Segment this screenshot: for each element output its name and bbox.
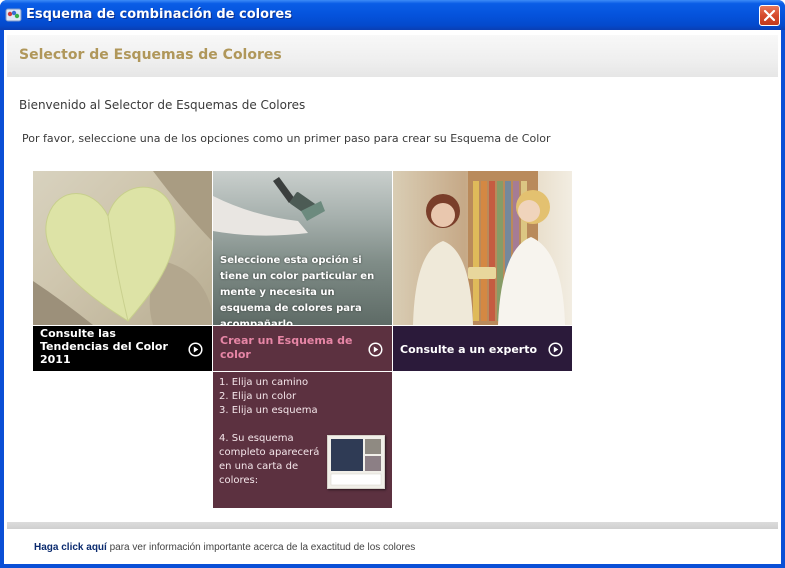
welcome-heading: Bienvenido al Selector de Esquemas de Co… xyxy=(19,98,306,112)
title-bar[interactable]: Esquema de combinación de colores xyxy=(0,0,785,30)
create-scheme-image[interactable]: Seleccione esta opción si tiene un color… xyxy=(213,171,392,325)
close-button[interactable] xyxy=(759,5,780,26)
consultation-illustration xyxy=(413,171,565,325)
heart-leaf-illustration xyxy=(33,171,212,325)
step-3: 3. Elija un esquema xyxy=(219,405,318,416)
create-scheme-button[interactable]: Crear un Esquema de color xyxy=(213,326,392,371)
play-circle-icon xyxy=(548,342,563,357)
step-1: 1. Elija un camino xyxy=(219,377,309,388)
app-window: Esquema de combinación de colores Select… xyxy=(0,0,785,568)
color-trends-button[interactable]: Consulte las Tendencias del Color 2011 xyxy=(33,326,212,371)
close-icon xyxy=(763,9,776,22)
window-border-right xyxy=(781,30,785,568)
footer-divider xyxy=(7,522,778,529)
page-title: Selector de Esquemas de Colores xyxy=(19,47,282,63)
play-circle-icon xyxy=(368,342,383,357)
create-scheme-label: Crear un Esquema de color xyxy=(220,334,353,361)
color-accuracy-link[interactable]: Haga click aquí xyxy=(34,542,107,553)
step-2: 2. Elija un color xyxy=(219,391,297,402)
app-icon xyxy=(5,8,22,22)
color-trends-image[interactable] xyxy=(33,171,212,325)
footer-note-text: para ver información importante acerca d… xyxy=(106,542,416,553)
window-border-bottom xyxy=(0,564,785,568)
footer-note: Haga click aquí para ver información imp… xyxy=(34,542,415,553)
color-trends-label: Consulte las Tendencias del Color 2011 xyxy=(40,327,168,366)
steps-panel: 1. Elija un camino 2. Elija un color 3. … xyxy=(213,372,392,508)
create-scheme-description: Seleccione esta opción si tiene un color… xyxy=(220,255,375,325)
color-card-icon xyxy=(330,439,382,486)
header-band: Selector de Esquemas de Colores xyxy=(7,35,778,77)
color-card-preview xyxy=(327,435,385,489)
instruction-text: Por favor, seleccione una de los opcione… xyxy=(22,132,551,145)
consult-expert-image[interactable] xyxy=(393,171,572,325)
consult-expert-button[interactable]: Consulte a un experto xyxy=(393,326,572,371)
step-4: 4. Su esquema completo aparecerá en una … xyxy=(219,433,320,486)
consult-expert-label: Consulte a un experto xyxy=(400,343,538,356)
window-title: Esquema de combinación de colores xyxy=(26,7,292,22)
client-area: Selector de Esquemas de Colores Bienveni… xyxy=(4,30,781,564)
play-circle-icon xyxy=(188,342,203,357)
